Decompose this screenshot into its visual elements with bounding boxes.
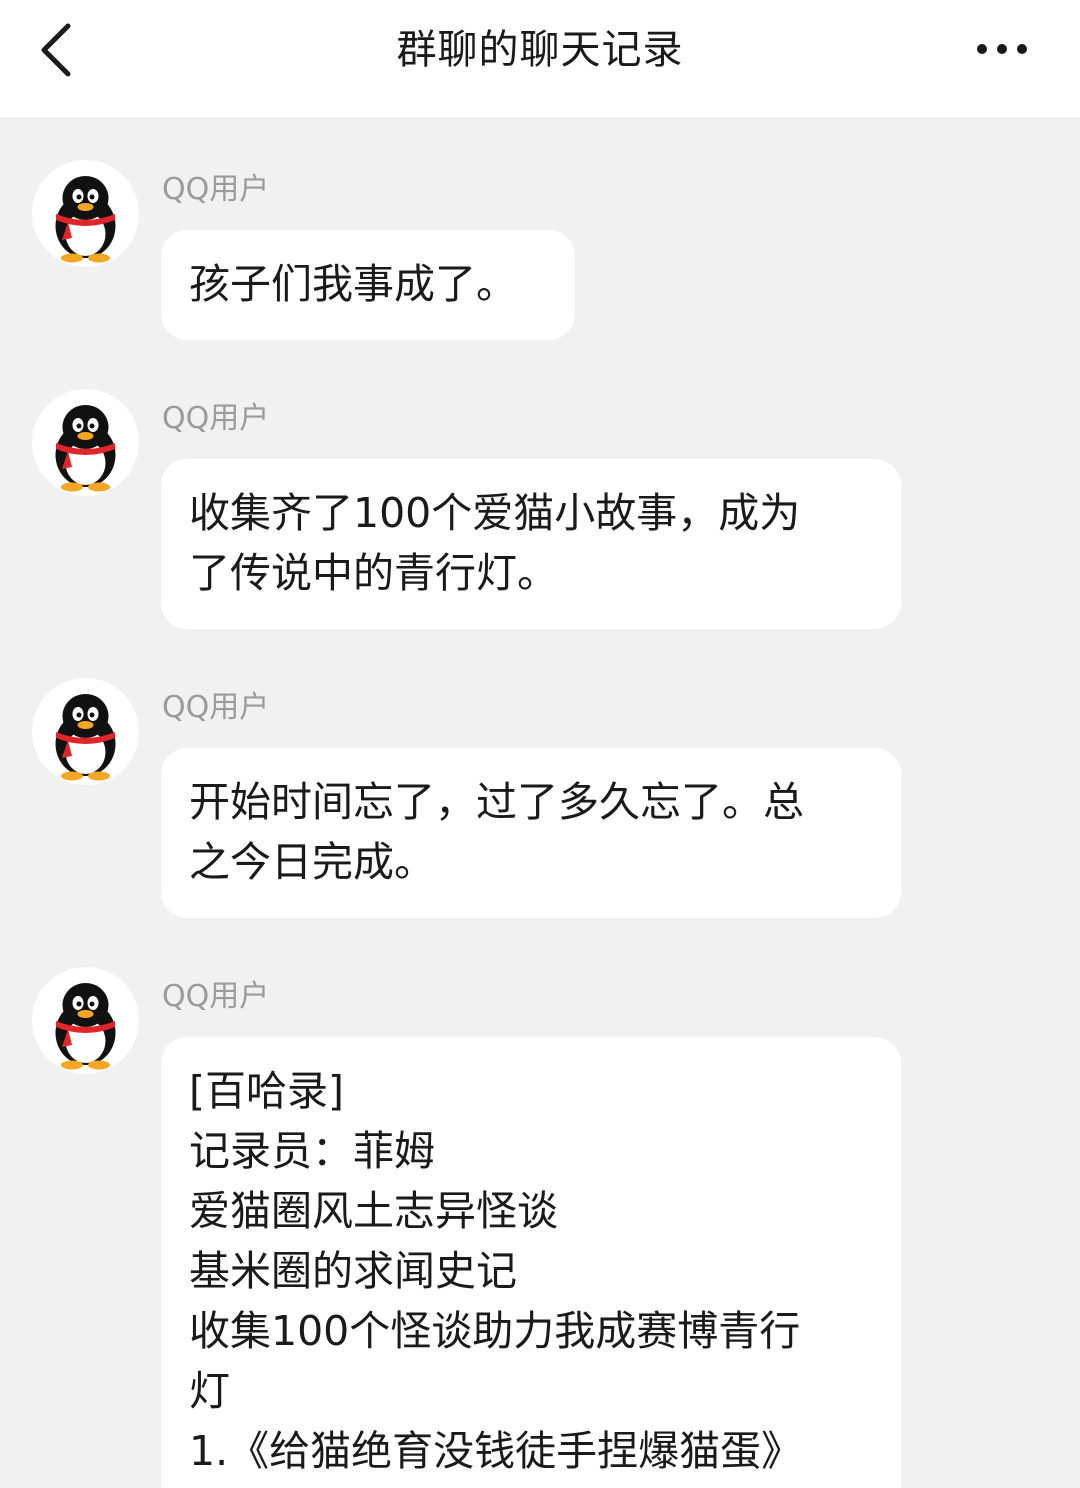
avatar[interactable] (32, 160, 139, 267)
message-text: 灯 (189, 1367, 230, 1415)
message-text: [百哈录] (189, 1067, 344, 1115)
chat-history[interactable]: QQ用户 孩子们我事成了。 QQ用户 收集齐了100个爱猫小故事，成为 了传说中… (0, 117, 1080, 1488)
sender-name: QQ用户 (162, 172, 270, 207)
message-bubble[interactable]: 孩子们我事成了。 (161, 230, 575, 340)
message-bubble[interactable]: [百哈录] 记录员：菲姆 爱猫圈风土志异怪谈 基米圈的求闻史记 收集100个怪谈… (161, 1037, 901, 1488)
qq-penguin-icon (55, 405, 116, 492)
sender-name: QQ用户 (162, 690, 270, 725)
message-text: 开始时间忘了，过了多久忘了。总 (189, 778, 804, 826)
message-text: 基米圈的求闻史记 (189, 1247, 517, 1295)
qq-penguin-icon (55, 983, 116, 1070)
message-text: 记录员：菲姆 (189, 1127, 435, 1175)
avatar[interactable] (32, 389, 139, 496)
avatar[interactable] (32, 678, 139, 785)
message-bubble[interactable]: 收集齐了100个爱猫小故事，成为 了传说中的青行灯。 (161, 459, 901, 629)
sender-name: QQ用户 (162, 979, 270, 1014)
message-text: 之今日完成。 (189, 838, 435, 886)
more-horizontal-icon (977, 44, 1027, 54)
qq-penguin-icon (55, 176, 116, 263)
message-text: 爱猫圈风土志异怪谈 (189, 1187, 558, 1235)
message-text: 1.《给猫绝育没钱徒手捏爆猫蛋》 (189, 1427, 803, 1475)
message-bubble[interactable]: 开始时间忘了，过了多久忘了。总 之今日完成。 (161, 748, 901, 918)
page-title: 群聊的聊天记录 (396, 27, 684, 73)
message-text: 收集100个怪谈助力我成赛博青行 (189, 1307, 801, 1355)
sender-name: QQ用户 (162, 401, 270, 436)
qq-penguin-icon (55, 694, 116, 781)
avatar[interactable] (32, 967, 139, 1074)
message-text: 收集齐了100个爱猫小故事，成为 (189, 489, 801, 537)
message-text: 了传说中的青行灯。 (189, 549, 558, 597)
top-bar: 群聊的聊天记录 (0, 0, 1080, 117)
more-button[interactable] (960, 24, 1040, 74)
message-text: 孩子们我事成了。 (189, 260, 517, 308)
